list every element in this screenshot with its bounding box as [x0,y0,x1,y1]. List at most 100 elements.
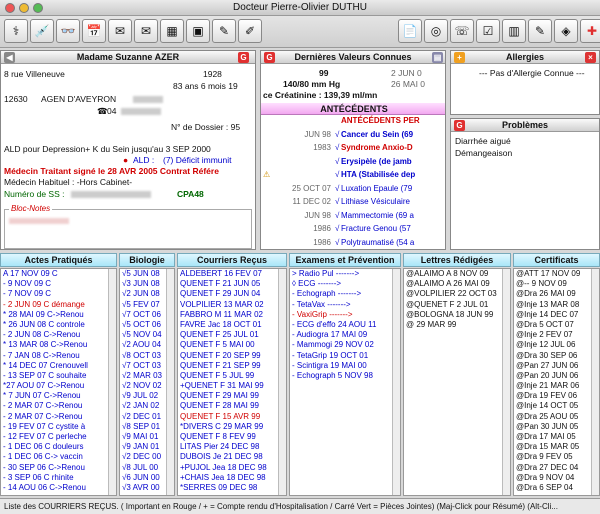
list-item[interactable]: - 2 MAR 07 C->Renou [1,412,116,422]
list-item[interactable]: @Dra 26 MAI 09 [514,289,599,299]
list-item[interactable]: - VaxiGrip -------> [290,310,400,320]
column-header[interactable]: Biologie [119,253,175,267]
list-item[interactable]: - 13 SEP 07 C souhaite [1,371,116,381]
list-item[interactable]: @Pan 27 JUN 06 [514,361,599,371]
scrollbar[interactable] [278,269,286,495]
list-item[interactable]: - 2 JUN 09 C démange [1,300,116,310]
antecedent-row[interactable]: JUN 98 √ Mammectomie (69 a [261,211,445,222]
list-item[interactable]: QUENET F 25 JUL 01 [178,330,286,340]
list-item[interactable]: @QUENET F 2 JUL 01 [404,300,510,310]
note-icon[interactable]: ✉ [108,19,132,43]
list-item[interactable]: A 17 NOV 09 C [1,269,116,279]
address-icon[interactable]: ☏ [450,19,474,43]
list-item[interactable]: @ALAIMO A 8 NOV 09 [404,269,510,279]
document-icon[interactable]: 📄 [398,19,422,43]
list-item[interactable]: - 1 DEC 06 C-> vaccin [1,452,116,462]
list-item[interactable]: > Radio Pul -------> [290,269,400,279]
list-item[interactable]: - 7 NOV 09 C [1,289,116,299]
calendar-icon[interactable]: 📅 [82,19,106,43]
list-item[interactable]: - Audiogra 17 MAI 09 [290,330,400,340]
bloc-notes-box[interactable]: Bloc-Notes [4,204,252,249]
list-item[interactable]: FABBRO M 11 MAR 02 [178,310,286,320]
list-item[interactable]: - 19 FEV 07 C cystite à [1,422,116,432]
list-item[interactable]: - 3 SEP 06 C rhinite [1,473,116,483]
column-header[interactable]: Lettres Rédigées [403,253,511,267]
list-item[interactable]: @Dra 15 MAR 05 [514,442,599,452]
pencil-icon[interactable]: ✎ [212,19,236,43]
list-item[interactable]: * 26 JUN 08 C controle [1,320,116,330]
antecedent-row[interactable]: JUN 98 √ Cancer du Sein (69 [261,130,445,141]
list-item[interactable]: +PUJOL Jea 18 DEC 98 [178,463,286,473]
list-item[interactable]: FAVRE Jac 18 OCT 01 [178,320,286,330]
problem-item[interactable]: Diarrhée aigué [455,136,511,146]
list-item[interactable]: - 12 FEV 07 C perleche [1,432,116,442]
list-item[interactable]: *DIVERS C 29 MAR 99 [178,422,286,432]
list-item[interactable]: QUENET F 20 SEP 99 [178,351,286,361]
patient-g-icon[interactable]: G [238,52,249,63]
patient-menu-icon[interactable]: ◀ [4,52,15,63]
list-item[interactable]: * 7 JUN 07 C->Renou [1,391,116,401]
list-item[interactable]: @Pan 30 JUN 05 [514,422,599,432]
list-item[interactable]: - Echograph 5 NOV 98 [290,371,400,381]
list-item[interactable]: @-- 9 NOV 09 [514,279,599,289]
list-item[interactable]: @Inje 14 DEC 07 [514,310,599,320]
list-item[interactable]: - TetaVax -------> [290,300,400,310]
scrollbar[interactable] [392,269,400,495]
list-item[interactable]: @ALAIMO A 26 MAI 09 [404,279,510,289]
antecedent-row[interactable]: ANTÉCÉDENTS PER [261,116,445,127]
list-item[interactable]: LITAS Pier 24 DEC 98 [178,442,286,452]
latest-g-icon[interactable]: G [264,52,275,63]
list-item[interactable]: - Scintigra 19 MAI 00 [290,361,400,371]
problems-g-icon[interactable]: G [454,120,465,131]
scrollbar[interactable] [502,269,510,495]
list-item[interactable]: @Pan 20 JUN 06 [514,371,599,381]
latest-doc-icon[interactable]: ▤ [432,52,443,63]
problem-item[interactable]: Démangeaison [455,148,512,158]
list-item[interactable]: *SERRES 09 DEC 98 [178,483,286,493]
list-item[interactable]: * 13 MAR 08 C->Renou [1,340,116,350]
antecedent-row[interactable]: 1986 √ Fracture Genou (57 [261,224,445,235]
antecedent-row[interactable]: √ Erysipèle (de jamb [261,157,445,168]
list-item[interactable]: @Dra 25 AOU 05 [514,412,599,422]
list-item[interactable]: - 2 MAR 07 C->Renou [1,401,116,411]
list-item[interactable]: @Dra 5 OCT 07 [514,320,599,330]
list-item[interactable]: @Dra 30 SEP 06 [514,351,599,361]
list-item[interactable]: * 14 DEC 07 Crenouvell [1,361,116,371]
image-icon[interactable]: ▥ [502,19,526,43]
list-item[interactable]: @VOLPILIER 22 OCT 03 [404,289,510,299]
list-item[interactable]: - TetaGrip 19 OCT 01 [290,351,400,361]
list-item[interactable]: @Dra 19 FEV 06 [514,391,599,401]
list-item[interactable]: +CHAIS Jea 18 DEC 98 [178,473,286,483]
column-header[interactable]: Certificats [513,253,600,267]
antecedent-row[interactable]: 1983 √ Syndrome Anxio-D [261,143,445,154]
list-item[interactable]: @Inje 13 MAR 08 [514,300,599,310]
list-item[interactable]: ALDEBERT 16 FEV 07 [178,269,286,279]
antecedent-row[interactable]: 11 DEC 02 √ Lithiase Vésiculaire [261,197,445,208]
list-item[interactable]: - 9 NOV 09 C [1,279,116,289]
network-icon[interactable]: ◈ [554,19,578,43]
list-item[interactable]: - Mammogi 29 NOV 02 [290,340,400,350]
list-item[interactable]: @Dra 27 DEC 04 [514,463,599,473]
list-item[interactable]: QUENET F 21 SEP 99 [178,361,286,371]
list-item[interactable]: +QUENET F 31 MAI 99 [178,381,286,391]
list-item[interactable]: @Dra 6 SEP 04 [514,483,599,493]
list-item[interactable]: @ 29 MAR 99 [404,320,510,330]
scrollbar[interactable] [108,269,116,495]
list-item[interactable]: @Dra 9 FEV 05 [514,452,599,462]
list-item[interactable]: - 14 AOU 06 C->Renou [1,483,116,493]
minimize-window-button[interactable] [19,3,29,13]
list-item[interactable]: QUENET F 29 MAI 99 [178,391,286,401]
allergies-add-icon[interactable]: + [454,52,465,63]
list-item[interactable]: - 7 JAN 08 C->Renou [1,351,116,361]
list-item[interactable]: @Dra 9 NOV 04 [514,473,599,483]
notepad-icon[interactable]: ✐ [238,19,262,43]
list-item[interactable]: QUENET F 5 JUL 99 [178,371,286,381]
list-item[interactable]: QUENET F 5 MAI 00 [178,340,286,350]
film-icon[interactable]: ▣ [186,19,210,43]
list-item[interactable]: QUENET F 15 AVR 99 [178,412,286,422]
stethoscope-icon[interactable]: ⚕ [4,19,28,43]
list-item[interactable]: QUENET F 28 MAI 99 [178,401,286,411]
list-item[interactable]: - ECG d'effo 24 AOU 11 [290,320,400,330]
list-item[interactable]: @ATT 17 NOV 09 [514,269,599,279]
list-item[interactable]: @BOLOGNA 18 JUN 99 [404,310,510,320]
